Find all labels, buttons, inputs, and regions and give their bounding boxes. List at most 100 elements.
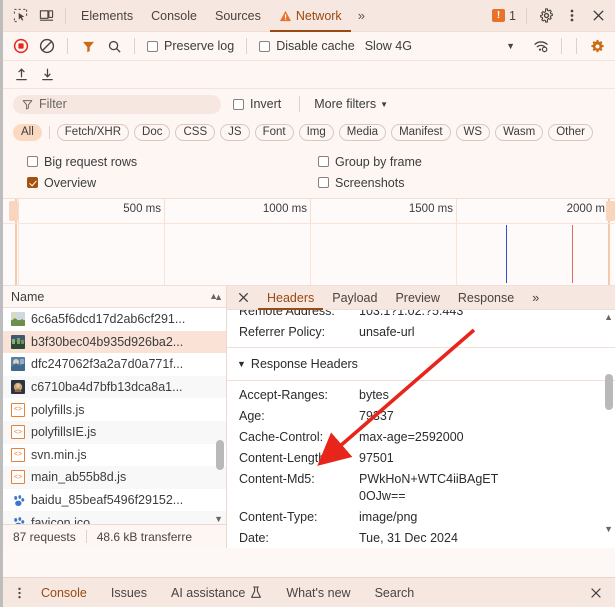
header-value: max-age=2592000 [359, 430, 464, 444]
group-by-frame-checkbox[interactable]: Group by frame [314, 155, 426, 169]
drawer-tab-ai-label: AI assistance [171, 585, 246, 600]
response-headers-section[interactable]: ▼ Response Headers [227, 352, 615, 376]
overview-grabber-left[interactable] [9, 201, 18, 221]
filter-placeholder: Filter [39, 97, 67, 111]
record-stop-icon[interactable] [9, 35, 33, 57]
chip-wasm[interactable]: Wasm [495, 123, 544, 141]
more-filters-dropdown[interactable]: More filters ▼ [314, 97, 388, 111]
disable-cache-box[interactable] [259, 40, 271, 52]
drawer-tab-issues[interactable]: Issues [99, 578, 159, 607]
chip-ws[interactable]: WS [455, 123, 491, 141]
throttling-caret-icon[interactable]: ▼ [506, 41, 527, 51]
detail-scroll-down-icon[interactable]: ▼ [604, 524, 613, 534]
table-row[interactable]: baidu_85beaf5496f29152... [3, 489, 226, 512]
search-input[interactable]: Filter [13, 94, 221, 114]
close-detail-icon[interactable] [229, 286, 258, 310]
table-row[interactable]: b3f30bec04b935d926ba2... [3, 330, 226, 354]
drawer-menu-icon[interactable] [9, 586, 29, 600]
screenshots-label: Screenshots [335, 175, 405, 190]
chip-fetch-xhr[interactable]: Fetch/XHR [56, 123, 130, 141]
overview-grabber-right[interactable] [606, 201, 615, 221]
chip-manifest[interactable]: Manifest [391, 123, 451, 141]
clear-network-log-icon[interactable] [35, 35, 59, 57]
export-har-icon[interactable] [35, 64, 59, 86]
devtools-tab-bar: Elements Console Sources Network » ! 1 [3, 0, 615, 32]
overview-grid-0 [18, 223, 19, 285]
table-row[interactable]: dfc247062f3a2a7d0a771f... [3, 353, 226, 376]
toolbar-divider-e [576, 38, 577, 54]
preserve-log-box[interactable] [147, 40, 158, 52]
tab-sources[interactable]: Sources [206, 0, 270, 32]
chip-css[interactable]: CSS [175, 123, 216, 141]
invert-label: Invert [250, 97, 282, 111]
scroll-down-icon[interactable]: ▼ [214, 514, 223, 524]
detail-scroll-thumb[interactable] [605, 374, 613, 410]
table-row[interactable]: favicon.ico [3, 511, 226, 524]
table-row[interactable]: <> polyfills.js [3, 398, 226, 421]
error-count-badge[interactable]: ! 1 [488, 9, 520, 23]
more-tabs-button[interactable]: » [351, 8, 372, 23]
tab-console[interactable]: Console [142, 0, 206, 32]
network-overview[interactable]: 500 ms 1000 ms 1500 ms 2000 m [3, 199, 615, 286]
screenshots-checkbox[interactable]: Screenshots [314, 176, 408, 190]
drawer-tab-console[interactable]: Console [29, 578, 99, 607]
chip-other[interactable]: Other [548, 123, 593, 141]
detail-scrollbar[interactable]: ▲ ▼ [604, 312, 614, 546]
remote-address-key: Remote Address: [239, 310, 335, 318]
network-conditions-icon[interactable] [529, 35, 553, 57]
group-by-frame-box[interactable] [318, 156, 329, 167]
table-row[interactable]: <> polyfillsIE.js [3, 420, 226, 444]
preserve-log-checkbox[interactable]: Preserve log [143, 39, 238, 53]
scroll-up-icon[interactable]: ▲ [214, 292, 223, 302]
big-request-rows-box[interactable] [27, 156, 38, 167]
drawer-tab-whats-new[interactable]: What's new [274, 578, 362, 607]
close-icon[interactable] [585, 4, 611, 28]
referrer-policy-value: unsafe-url [359, 325, 415, 339]
inspect-cursor-icon[interactable] [7, 4, 33, 28]
request-name: polyfillsIE.js [31, 425, 97, 440]
tab-response[interactable]: Response [449, 286, 523, 310]
invert-checkbox[interactable]: Invert [229, 97, 285, 111]
tab-elements[interactable]: Elements [72, 0, 142, 32]
invert-box[interactable] [233, 98, 244, 110]
table-row[interactable]: 6c6a5f6dcd17d2ab6cf291... [3, 308, 226, 331]
tab-network[interactable]: Network [270, 0, 351, 32]
chip-media[interactable]: Media [338, 123, 387, 141]
requests-scrollbar[interactable]: ▲ ▼ [214, 292, 225, 524]
header-row: Accept-Ranges: bytes [227, 385, 615, 406]
chip-doc[interactable]: Doc [134, 123, 171, 141]
throttling-select[interactable]: Slow 4G [361, 39, 416, 53]
chip-all[interactable]: All [13, 123, 42, 141]
drawer-tab-search[interactable]: Search [363, 578, 427, 607]
big-request-rows-checkbox[interactable]: Big request rows [23, 155, 141, 169]
toolbar-divider-c [246, 38, 248, 54]
import-har-icon[interactable] [9, 64, 33, 86]
gear-icon[interactable] [533, 4, 559, 28]
kebab-menu-icon[interactable] [559, 4, 585, 28]
disable-cache-checkbox[interactable]: Disable cache [255, 39, 359, 53]
requests-scroll-thumb[interactable] [216, 440, 224, 470]
table-row[interactable]: <> svn.min.js [3, 444, 226, 467]
table-row[interactable]: <> main_ab55b8d.js [3, 466, 226, 489]
request-name: c6710ba4d7bfb13dca8a1... [31, 380, 183, 395]
transferred-size: 48.6 kB transferre [96, 529, 193, 544]
device-toolbar-icon[interactable] [33, 4, 59, 28]
chip-img[interactable]: Img [298, 123, 334, 141]
tab-headers[interactable]: Headers [258, 286, 323, 310]
drawer-tab-ai-assistance[interactable]: AI assistance [159, 578, 274, 607]
tab-preview[interactable]: Preview [386, 286, 448, 310]
filter-funnel-icon[interactable] [76, 35, 100, 57]
network-settings-gear-icon[interactable] [585, 35, 609, 57]
table-row[interactable]: c6710ba4d7bfb13dca8a1... [3, 375, 226, 399]
screenshots-box[interactable] [318, 177, 329, 188]
name-column-header[interactable]: Name ▲ [3, 286, 226, 308]
chip-font[interactable]: Font [254, 123, 294, 141]
chip-js[interactable]: JS [220, 123, 250, 141]
tab-payload[interactable]: Payload [323, 286, 386, 310]
drawer-close-icon[interactable] [583, 586, 609, 600]
overview-checkbox[interactable]: Overview [23, 176, 100, 190]
detail-scroll-up-icon[interactable]: ▲ [604, 312, 613, 322]
overview-box[interactable] [27, 177, 38, 188]
detail-more-tabs-button[interactable]: » [523, 286, 548, 310]
search-icon[interactable] [102, 35, 126, 57]
